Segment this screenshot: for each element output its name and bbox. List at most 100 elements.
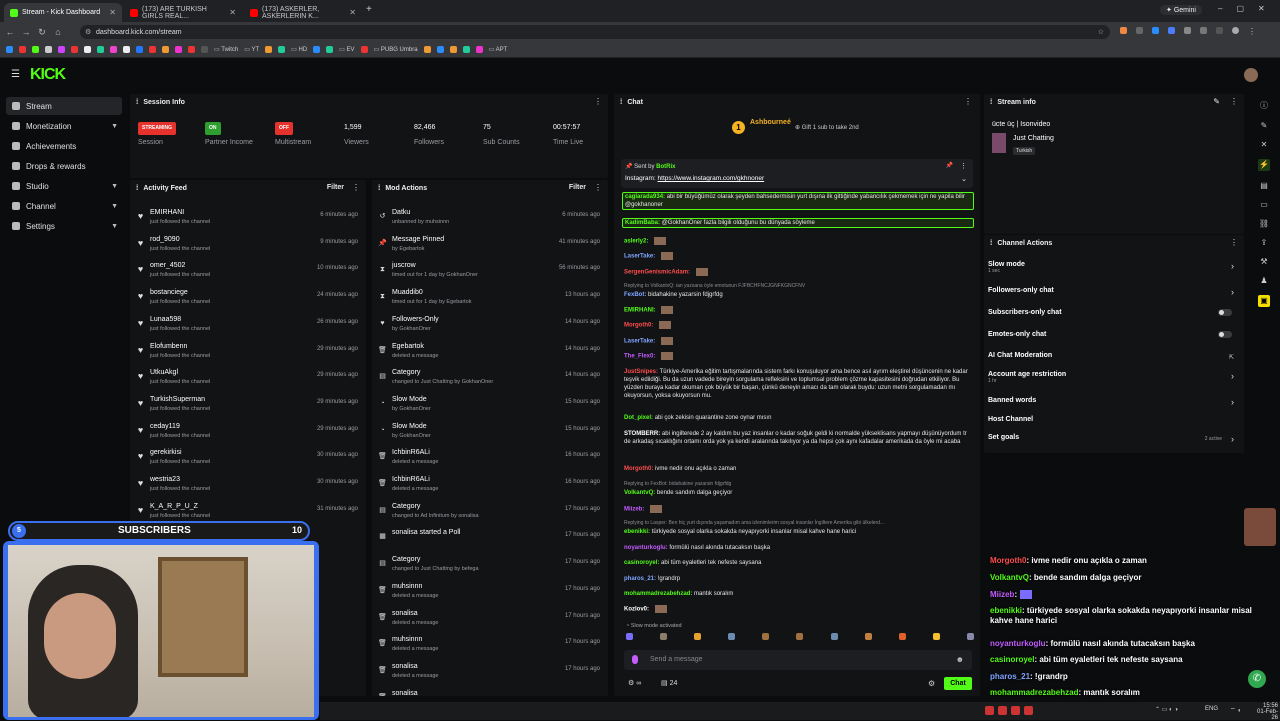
taskbar-app-icon[interactable] [1011, 706, 1020, 715]
panel-menu-icon[interactable]: ⋮ [1230, 238, 1238, 247]
bookmark-icon[interactable] [58, 46, 65, 53]
bookmark-folder[interactable]: ▭ Twitch [214, 46, 238, 53]
mod-action-title[interactable]: sonalisa [392, 690, 418, 696]
mod-action-title[interactable]: Slow Mode [392, 423, 427, 430]
channel-action-row[interactable]: Host Channel [988, 416, 1238, 430]
list-item[interactable]: 🗑 muhsinnn deleted a message 17 hours ago [372, 633, 608, 660]
list-item[interactable]: ♥ EMIRHANI just followed the channel 6 minu… [130, 206, 366, 233]
extension-icon[interactable] [1136, 27, 1143, 34]
chat-username[interactable]: FexBot: [624, 292, 646, 298]
panel-menu-icon[interactable]: ⋮ [352, 183, 360, 192]
chevron-right-icon[interactable]: › [1231, 397, 1234, 407]
extension-icon[interactable] [1168, 27, 1175, 34]
back-icon[interactable]: ← [2, 27, 18, 37]
channel-action-row[interactable]: Emotes-only chat [988, 331, 1238, 345]
chat-username[interactable]: mohammadrezabehzad: [624, 591, 692, 597]
taskbar-app-icon[interactable] [985, 706, 994, 715]
list-item[interactable]: ♥ westria23 just followed the channel 30 mi… [130, 473, 366, 500]
list-item[interactable]: 🗑 muhsinnn deleted a message 17 hours ago [372, 580, 608, 607]
bookmark-icon[interactable] [175, 46, 182, 53]
list-item[interactable]: 🗑 sonalisa deleted a message 17 hours ago [372, 660, 608, 687]
chevron-down-icon[interactable]: ⌄ [961, 175, 967, 183]
sidepanel-icon[interactable] [1200, 27, 1207, 34]
bookmark-icon[interactable] [462, 46, 470, 53]
bookmark-icon[interactable] [265, 46, 273, 53]
list-item[interactable]: ♥ omer_4502 just followed the channel 10 mi… [130, 259, 366, 286]
list-item[interactable]: ♥ Lunaa598 just followed the channel 26 min… [130, 313, 366, 340]
chat-username[interactable]: LaserTake: [624, 339, 655, 345]
chat-input[interactable]: Send a message ☻ [624, 650, 972, 670]
list-item[interactable]: ▤ Category changed to Just Chatting by Gok… [372, 366, 608, 393]
channel-action-row[interactable]: Account age restriction 1 hr › [988, 371, 1238, 385]
gemini-button[interactable]: ✦ Gemini [1160, 5, 1202, 15]
panel-menu-icon[interactable]: ⋮ [964, 97, 972, 106]
channel-action-row[interactable]: Banned words › [988, 397, 1238, 411]
mod-action-title[interactable]: Followers-Only [392, 316, 439, 323]
list-item[interactable]: ▤ Category changed to Just Chatting by bef… [372, 553, 608, 580]
bookmark-icon[interactable] [110, 46, 117, 53]
top-gifter-name[interactable]: Ashbourneé [750, 119, 791, 126]
list-item[interactable]: ⧗ juscrow timed out for 1 day by GokhanOne… [372, 259, 608, 286]
tab-stream-dashboard[interactable]: Stream - Kick Dashboard ✕ [4, 3, 122, 22]
emote-icon[interactable] [762, 633, 770, 640]
edit-pencil-icon[interactable]: ✎ [1213, 97, 1220, 106]
bookmark-icon[interactable] [149, 46, 156, 53]
hammer-icon[interactable]: ⚒ [1260, 257, 1267, 266]
bookmark-folder[interactable]: ▭ YT [244, 46, 259, 53]
bookmark-icon[interactable] [449, 46, 457, 53]
bookmark-icon[interactable] [278, 46, 286, 53]
filter-button[interactable]: Filter [569, 184, 586, 191]
chat-username[interactable]: JustSnipes: [624, 369, 658, 375]
forward-icon[interactable]: → [18, 27, 34, 37]
emoji-picker-icon[interactable]: ☻ [956, 655, 964, 664]
window-controls[interactable]: –▢✕ [1218, 4, 1279, 13]
drag-handle-icon[interactable]: ⁞ [136, 99, 138, 106]
wifi-volume-icons[interactable]: ⌔ ◖ [1230, 706, 1241, 714]
category-name[interactable]: Just Chatting [1013, 135, 1054, 142]
mod-action-title[interactable]: muhsinnn [392, 583, 422, 590]
chat-username[interactable]: caglarada934: [625, 194, 665, 200]
list-item[interactable]: ♥ UtkuAkgl just followed the channel 29 min… [130, 366, 366, 393]
microphone-icon[interactable] [632, 655, 638, 664]
sidebar-item-drops[interactable]: Drops & rewards [6, 157, 122, 175]
chat-username[interactable]: Dot_pixel: [624, 415, 653, 421]
home-icon[interactable]: ⌂ [50, 27, 66, 37]
chevron-right-icon[interactable]: › [1231, 287, 1234, 297]
chat-username[interactable]: The_Flex0: [624, 354, 655, 360]
chat-username[interactable]: EMIRHANI: [624, 308, 656, 314]
drag-handle-icon[interactable]: ⁞ [990, 99, 992, 106]
extension-icon[interactable] [1120, 27, 1127, 34]
list-item[interactable]: ↺ Datku unbanned by muhsinnn 6 minutes ago [372, 206, 608, 233]
list-item[interactable]: 🗑 Egebartok deleted a message 14 hours ago [372, 340, 608, 367]
list-item[interactable]: ◔ Slow Mode by GokhanOner 15 hours ago [372, 420, 608, 447]
extension-icon[interactable] [1152, 27, 1159, 34]
chat-username[interactable]: VolkantvQ: [624, 490, 655, 496]
filter-button[interactable]: Filter [327, 184, 344, 191]
chat-username[interactable]: KadimBaba: [625, 220, 660, 226]
people-icon[interactable]: ♟ [1260, 276, 1267, 285]
follower-name[interactable]: omer_4502 [150, 262, 185, 269]
bookmark-icon[interactable] [32, 46, 39, 53]
chat-username[interactable]: Morgoth0: [624, 323, 653, 329]
tab-youtube-2[interactable]: (173) ASKERLER, ASKERLERIN K... ✕ [244, 3, 362, 22]
pinned-menu-icon[interactable]: ⋮ [960, 162, 967, 170]
chat-username[interactable]: Kozlov0: [624, 607, 649, 613]
sidebar-item-settings[interactable]: Settings ▼ [6, 217, 122, 235]
mod-action-title[interactable]: Datku [392, 209, 410, 216]
send-chat-button[interactable]: Chat [944, 677, 972, 690]
bookmark-icon[interactable] [71, 46, 78, 53]
follower-name[interactable]: Elofumbenn [150, 343, 187, 350]
list-item[interactable]: ⧗ Muaddib0 timed out for 1 day by Egebarto… [372, 286, 608, 313]
mod-action-title[interactable]: sonalisa [392, 663, 418, 670]
list-item[interactable]: ♥ Elofumbenn just followed the channel 29 m… [130, 340, 366, 367]
follower-name[interactable]: EMIRHANI [150, 209, 184, 216]
chat-username[interactable]: LaserTake: [624, 254, 655, 260]
chat-username[interactable]: STOMBERR: [624, 431, 660, 437]
mod-action-title[interactable]: Egebartok [392, 343, 424, 350]
follower-name[interactable]: Lunaa598 [150, 316, 181, 323]
mod-action-title[interactable]: sonalisa started a Poll [392, 529, 460, 536]
bookmark-icon[interactable] [123, 46, 130, 53]
chat-username[interactable]: Miizeb: [624, 507, 644, 513]
mod-action-title[interactable]: juscrow [392, 262, 416, 269]
sidebar-item-channel[interactable]: Channel ▼ [6, 197, 122, 215]
